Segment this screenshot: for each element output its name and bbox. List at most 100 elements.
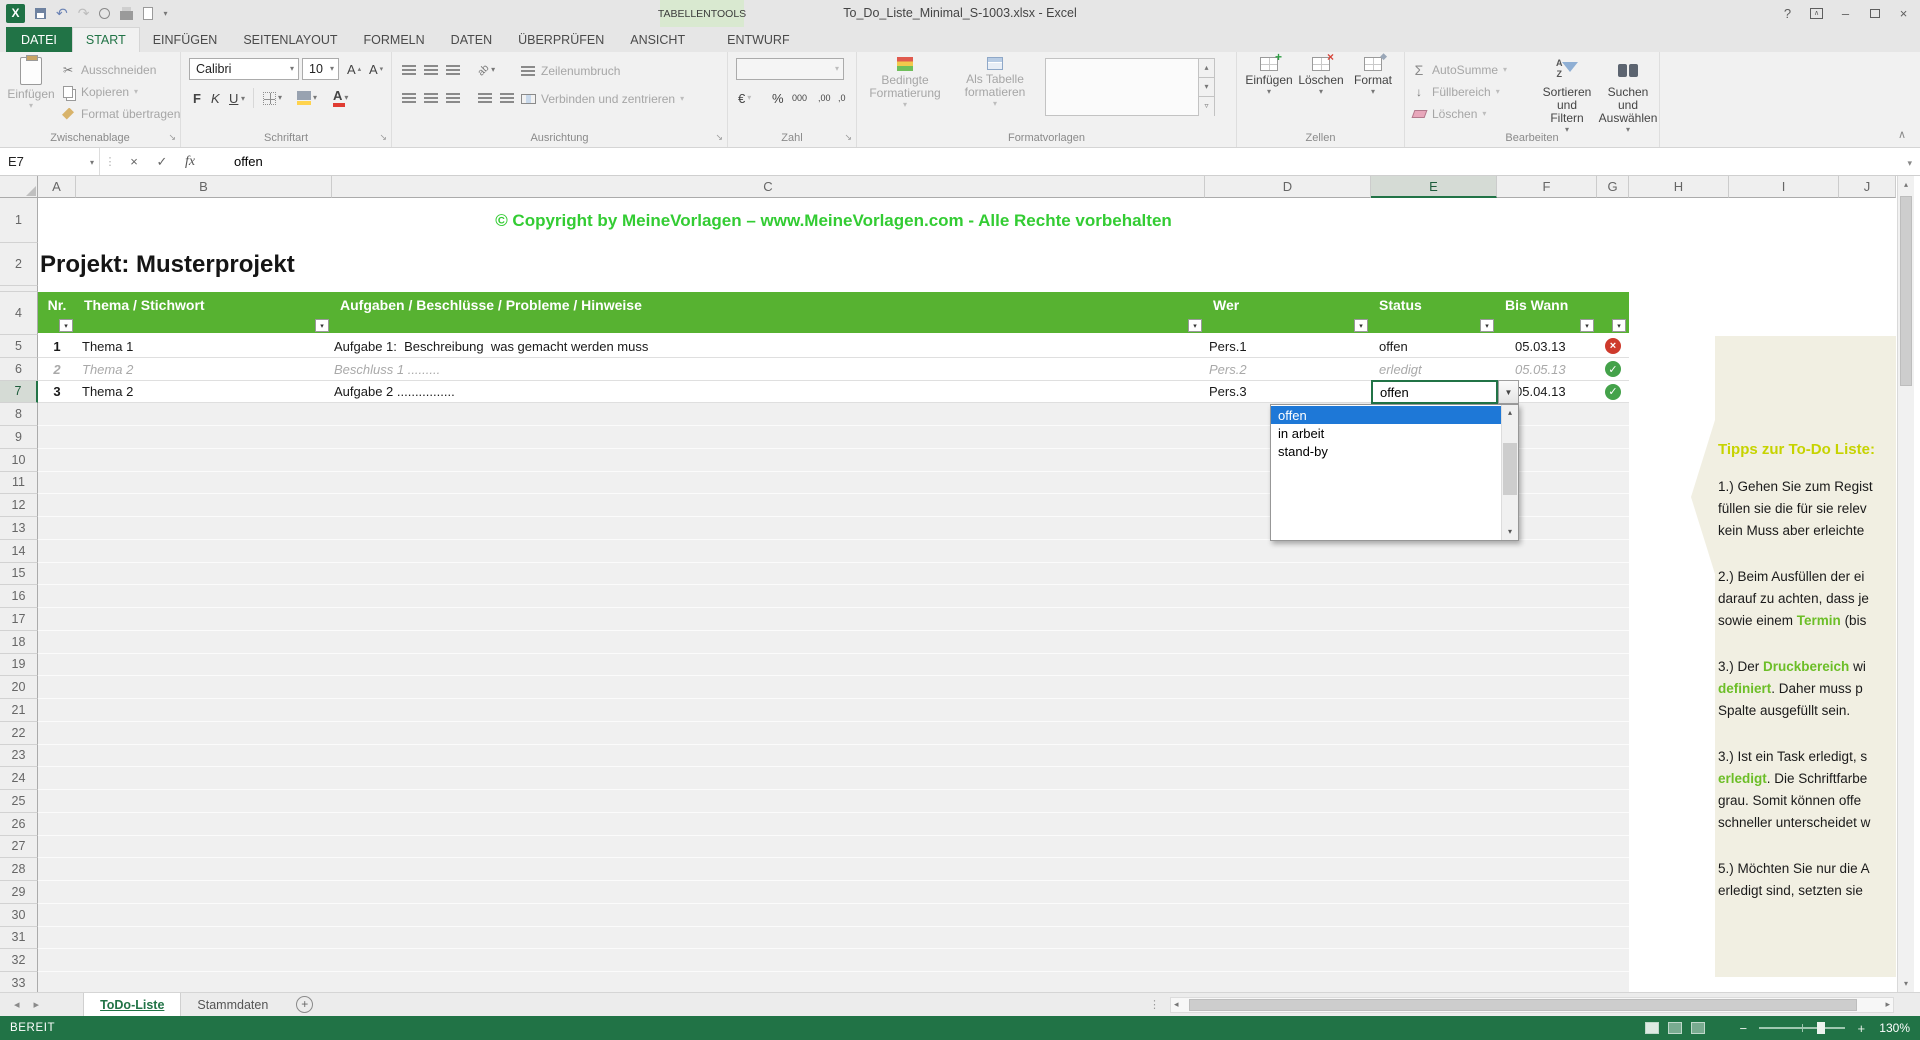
ribbon-tab-seitenlayout[interactable]: SEITENLAYOUT — [230, 27, 350, 52]
dropdown-scrollbar[interactable]: ▴ ▾ — [1501, 405, 1518, 540]
cell-A6[interactable]: 2 — [38, 358, 76, 381]
cell-C6[interactable]: Beschluss 1 ......... — [332, 358, 1205, 381]
row-header-28[interactable]: 28 — [0, 858, 38, 881]
decrease-indent-button[interactable] — [476, 88, 494, 108]
column-header-C[interactable]: C — [332, 176, 1205, 198]
scroll-down-button[interactable]: ▾ — [1898, 979, 1914, 988]
empty-row-28[interactable] — [38, 858, 1629, 881]
formula-input[interactable]: offen — [234, 154, 263, 169]
empty-row-25[interactable] — [38, 790, 1629, 813]
ribbon-tab-überprüfen[interactable]: ÜBERPRÜFEN — [505, 27, 617, 52]
ribbon-tab-start[interactable]: START — [71, 27, 140, 52]
row-header-4[interactable]: 4 — [0, 292, 38, 335]
cancel-entry-button[interactable]: × — [120, 154, 148, 169]
row-header-33[interactable]: 33 — [0, 972, 38, 992]
insert-cells-button[interactable]: Einfügen ▾ — [1245, 50, 1293, 97]
select-all-corner[interactable] — [0, 176, 38, 198]
row-header-8[interactable]: 8 — [0, 403, 38, 426]
align-top-button[interactable] — [400, 60, 418, 80]
row-header-30[interactable]: 30 — [0, 903, 38, 927]
borders-button[interactable]: ▾ — [261, 88, 284, 108]
cell-F6[interactable]: 05.05.13 — [1497, 358, 1597, 381]
sheet-nav-right-icon[interactable]: ▸ — [34, 998, 40, 1011]
row-header-15[interactable]: 15 — [0, 562, 38, 586]
row-header-2[interactable]: 2 — [0, 243, 38, 286]
page-layout-view-button[interactable] — [1668, 1022, 1683, 1034]
align-center-button[interactable] — [422, 88, 440, 108]
number-format-combo[interactable]: ▾ — [736, 58, 844, 80]
font-color-button[interactable]: A ▾ — [331, 88, 350, 108]
row-header-5[interactable]: 5 — [0, 335, 38, 358]
column-header-J[interactable]: J — [1839, 176, 1896, 198]
minimize-button[interactable]: – — [1831, 0, 1860, 27]
row-header-26[interactable]: 26 — [0, 812, 38, 836]
print-icon[interactable] — [120, 7, 134, 20]
help-button[interactable]: ? — [1773, 0, 1802, 27]
cell-D6[interactable]: Pers.2 — [1205, 358, 1371, 381]
align-left-button[interactable] — [400, 88, 418, 108]
font-size-combo[interactable]: 10 ▾ — [302, 58, 339, 80]
normal-view-button[interactable] — [1645, 1022, 1660, 1034]
row-header-13[interactable]: 13 — [0, 517, 38, 540]
row-header-17[interactable]: 17 — [0, 608, 38, 631]
dropdown-scroll-thumb[interactable] — [1503, 443, 1517, 495]
cell-B7[interactable]: Thema 2 — [76, 381, 332, 404]
filter-button-G[interactable]: ▾ — [1612, 319, 1626, 332]
row-header-22[interactable]: 22 — [0, 721, 38, 745]
cell-A5[interactable]: 1 — [38, 335, 76, 358]
scroll-left-button[interactable]: ◂ — [1174, 999, 1179, 1010]
empty-row-22[interactable] — [38, 721, 1629, 745]
row-header-24[interactable]: 24 — [0, 767, 38, 790]
vertical-scrollbar[interactable]: ▴ ▾ — [1897, 176, 1914, 992]
gallery-expand-button[interactable]: ▿ — [1198, 97, 1214, 116]
page-break-view-button[interactable] — [1691, 1022, 1706, 1034]
percent-format-button[interactable]: % — [770, 88, 786, 108]
wrap-text-button[interactable]: Zeilenumbruch — [520, 61, 620, 80]
empty-row-31[interactable] — [38, 926, 1629, 950]
confirm-entry-button[interactable]: ✓ — [148, 154, 176, 170]
filter-button-D[interactable]: ▾ — [1354, 319, 1368, 332]
cell-styles-gallery[interactable]: ▴ ▾ ▿ — [1045, 58, 1215, 116]
row-header-9[interactable]: 9 — [0, 426, 38, 449]
column-header-E[interactable]: E — [1371, 176, 1497, 198]
scroll-up-button[interactable]: ▴ — [1898, 180, 1914, 189]
row-header-12[interactable]: 12 — [0, 494, 38, 517]
row-header-32[interactable]: 32 — [0, 949, 38, 972]
cell-D5[interactable]: Pers.1 — [1205, 335, 1371, 358]
row-header-16[interactable]: 16 — [0, 585, 38, 608]
alignment-dialog-launcher[interactable]: ↘ — [715, 132, 723, 143]
copy-button[interactable]: Kopieren ▾ — [60, 82, 180, 101]
increase-decimal-button[interactable]: ,00 — [816, 88, 833, 108]
empty-row-23[interactable] — [38, 744, 1629, 768]
close-button[interactable]: × — [1889, 0, 1918, 27]
row-header-20[interactable]: 20 — [0, 676, 38, 699]
collapse-ribbon-button[interactable]: ∧ — [1898, 128, 1906, 141]
orientation-button[interactable]: ab ▾ — [476, 60, 497, 80]
bold-button[interactable]: F — [191, 88, 203, 108]
format-as-table-button[interactable]: Als Tabelle formatieren ▾ — [951, 57, 1039, 109]
sheet-tab-stammdaten[interactable]: Stammdaten — [181, 993, 284, 1017]
empty-row-14[interactable] — [38, 539, 1629, 563]
empty-row-33[interactable] — [38, 972, 1629, 992]
column-header-F[interactable]: F — [1497, 176, 1597, 198]
horizontal-scroll-thumb[interactable] — [1189, 998, 1857, 1011]
dropdown-scroll-up-button[interactable]: ▴ — [1502, 405, 1518, 421]
sheet-tab-todo-liste[interactable]: ToDo-Liste — [83, 992, 182, 1017]
cell-B6[interactable]: Thema 2 — [76, 358, 332, 381]
horizontal-scrollbar[interactable]: ◂ ▸ — [1170, 996, 1894, 1013]
cell-B5[interactable]: Thema 1 — [76, 335, 332, 358]
empty-row-17[interactable] — [38, 608, 1629, 631]
column-header-B[interactable]: B — [76, 176, 332, 198]
underline-button[interactable]: U — [227, 88, 240, 108]
sheet-nav-left-icon[interactable]: ◂ — [14, 998, 20, 1011]
empty-row-19[interactable] — [38, 653, 1629, 677]
align-right-button[interactable] — [444, 88, 462, 108]
ribbon-tab-daten[interactable]: DATEN — [438, 27, 505, 52]
column-header-A[interactable]: A — [38, 176, 76, 198]
empty-row-15[interactable] — [38, 562, 1629, 586]
maximize-button[interactable] — [1860, 0, 1889, 27]
paste-button[interactable]: Einfügen ▾ — [4, 55, 58, 111]
column-header-I[interactable]: I — [1729, 176, 1839, 198]
empty-row-20[interactable] — [38, 676, 1629, 699]
gallery-scroll-down-button[interactable]: ▾ — [1198, 78, 1214, 97]
